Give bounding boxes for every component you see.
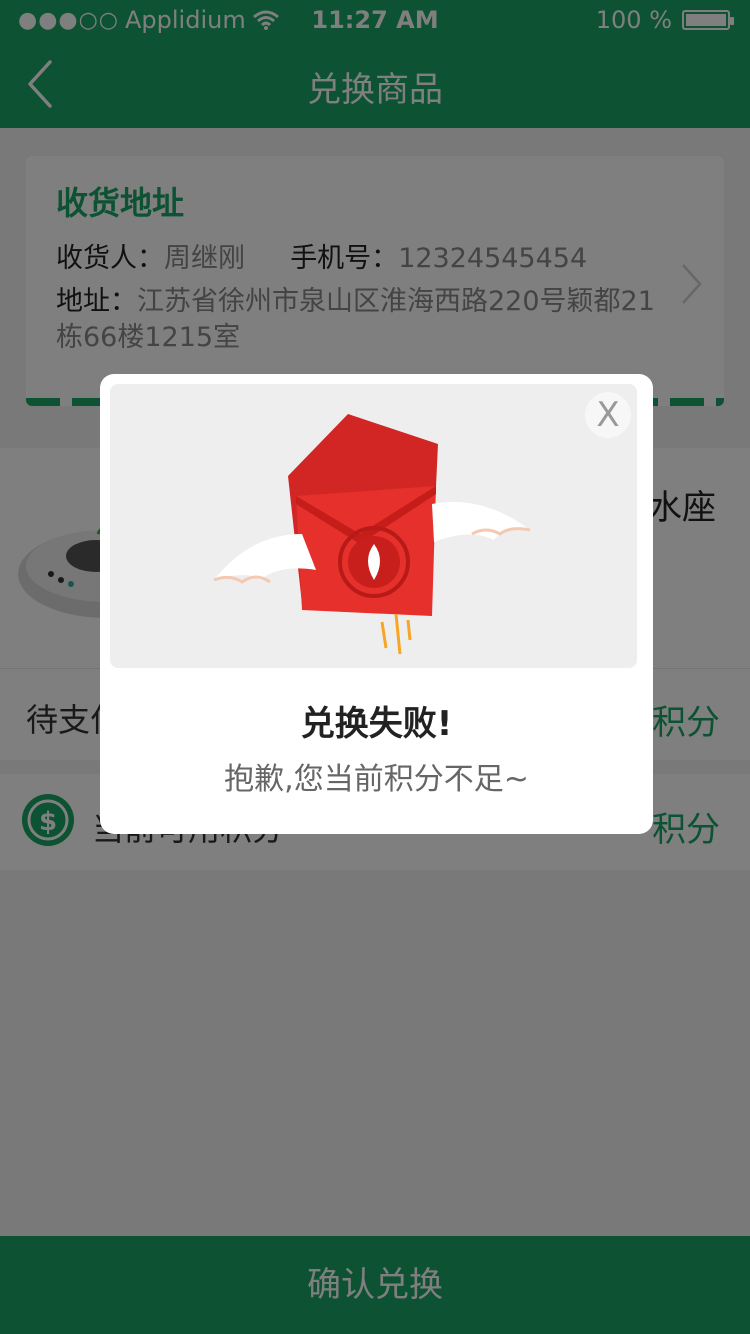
exchange-failed-dialog: X 兑换失败! 抱歉,您当前积分不足~	[100, 374, 653, 834]
flying-red-envelope-icon	[213, 414, 531, 655]
dialog-message: 抱歉,您当前积分不足~	[224, 762, 529, 797]
close-dialog-button[interactable]: X	[585, 392, 631, 438]
dialog-title: 兑换失败!	[300, 704, 453, 744]
dialog-illustration	[110, 384, 637, 668]
